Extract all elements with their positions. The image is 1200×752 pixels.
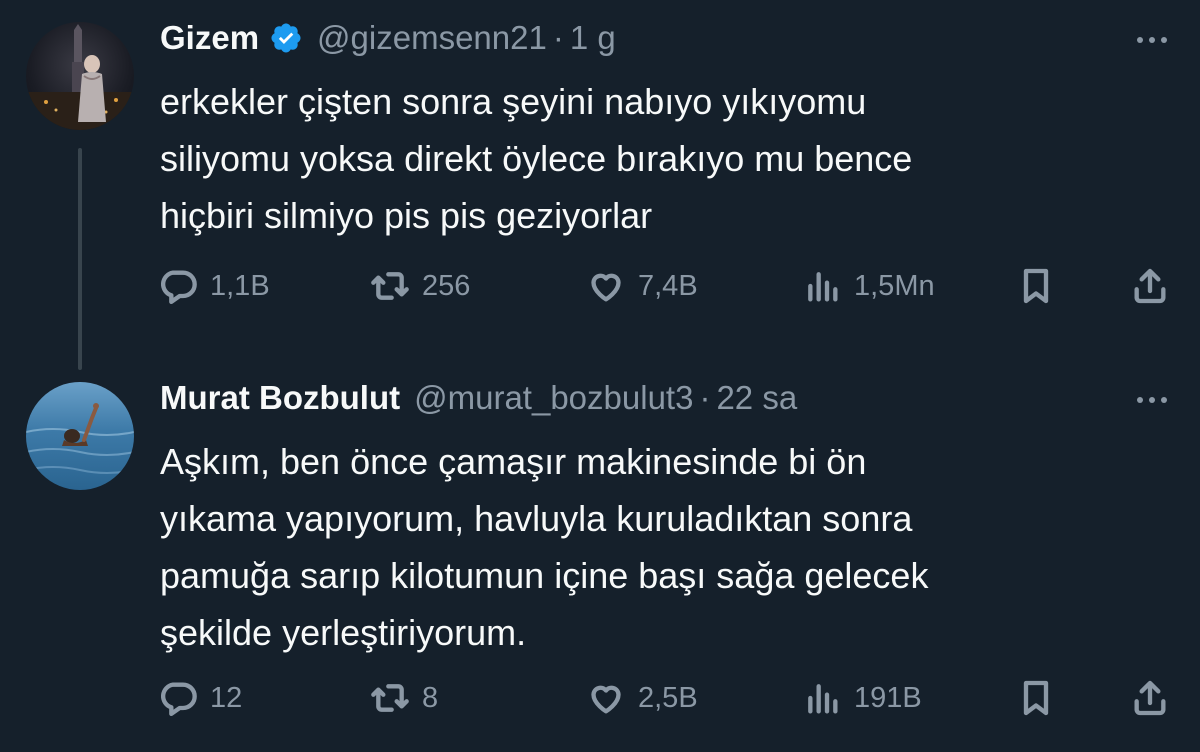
author-name[interactable]: Murat Bozbulut [160, 379, 400, 417]
more-icon[interactable] [1130, 390, 1174, 410]
verified-badge-icon [269, 21, 303, 55]
tweet-header: Murat Bozbulut @murat_bozbulut3 · 22 sa [160, 378, 797, 418]
repost-button[interactable]: 256 [370, 264, 470, 308]
more-icon[interactable] [1130, 30, 1174, 50]
repost-icon [371, 684, 409, 712]
timestamp[interactable]: 22 sa [716, 379, 797, 417]
tweet[interactable]: Murat Bozbulut @murat_bozbulut3 · 22 sa … [0, 370, 1200, 752]
tweet-header: Gizem @gizemsenn21 · 1 g [160, 18, 616, 58]
separator-dot: · [552, 19, 564, 56]
bookmark-icon [1023, 680, 1049, 716]
author-handle[interactable]: @murat_bozbulut3 [414, 379, 693, 417]
action-bar: 1,1B 256 7,4B 1,5Mn [158, 264, 1174, 308]
views-button[interactable]: 1,5Mn [802, 264, 935, 308]
tweet-text-line: siliyomu yoksa direkt öylece bırakıyo mu… [160, 138, 913, 179]
thread-line [78, 148, 82, 370]
tweet-text-line: pamuğa sarıp kilotumun içine başı sağa g… [160, 555, 929, 596]
views-icon [808, 684, 838, 714]
like-button[interactable]: 2,5B [586, 676, 698, 720]
avatar[interactable] [26, 22, 134, 130]
avatar[interactable] [26, 382, 134, 490]
avatar-image [26, 403, 134, 474]
reply-button[interactable]: 12 [158, 676, 242, 720]
reply-count: 1,1B [210, 269, 270, 302]
avatar-image [26, 24, 134, 130]
tweet-text: Aşkım, ben önce çamaşır makinesinde bi ö… [160, 433, 1160, 661]
like-count: 2,5B [638, 681, 698, 714]
views-icon [808, 272, 838, 302]
reply-icon [160, 682, 197, 716]
timestamp[interactable]: 1 g [570, 19, 616, 57]
author-name[interactable]: Gizem [160, 19, 259, 57]
share-button[interactable] [1130, 264, 1170, 308]
reply-icon [160, 270, 197, 304]
repost-button[interactable]: 8 [370, 676, 438, 720]
tweet-text-line: yıkama yapıyorum, havluyla kuruladıktan … [160, 498, 913, 539]
tweet[interactable]: Gizem @gizemsenn21 · 1 g erkekler çişten… [0, 0, 1200, 370]
share-icon [1134, 268, 1166, 304]
author-handle[interactable]: @gizemsenn21 [317, 19, 547, 57]
reply-count: 12 [210, 681, 243, 714]
action-bar: 12 8 2,5B 191B [158, 676, 1174, 720]
tweet-text: erkekler çişten sonra şeyini nabıyo yıkı… [160, 73, 1160, 244]
share-icon [1134, 680, 1166, 716]
views-count: 191B [854, 681, 922, 714]
bookmark-button[interactable] [1016, 676, 1056, 720]
tweet-text-line: Aşkım, ben önce çamaşır makinesinde bi ö… [160, 441, 867, 482]
views-button[interactable]: 191B [802, 676, 922, 720]
views-count: 1,5Mn [854, 269, 935, 302]
tweet-text-line: şekilde yerleştiriyorum. [160, 612, 527, 653]
like-count: 7,4B [638, 269, 698, 302]
bookmark-icon [1023, 268, 1049, 304]
share-button[interactable] [1130, 676, 1170, 720]
like-icon [591, 685, 621, 714]
tweet-text-line: erkekler çişten sonra şeyini nabıyo yıkı… [160, 81, 867, 122]
repost-count: 256 [422, 269, 471, 302]
repost-count: 8 [422, 681, 439, 714]
tweet-text-line: hiçbiri silmiyo pis pis geziyorlar [160, 195, 653, 236]
bookmark-button[interactable] [1016, 264, 1056, 308]
like-button[interactable]: 7,4B [586, 264, 698, 308]
like-icon [591, 273, 621, 302]
repost-icon [371, 272, 409, 300]
reply-button[interactable]: 1,1B [158, 264, 270, 308]
separator-dot: · [699, 379, 711, 416]
